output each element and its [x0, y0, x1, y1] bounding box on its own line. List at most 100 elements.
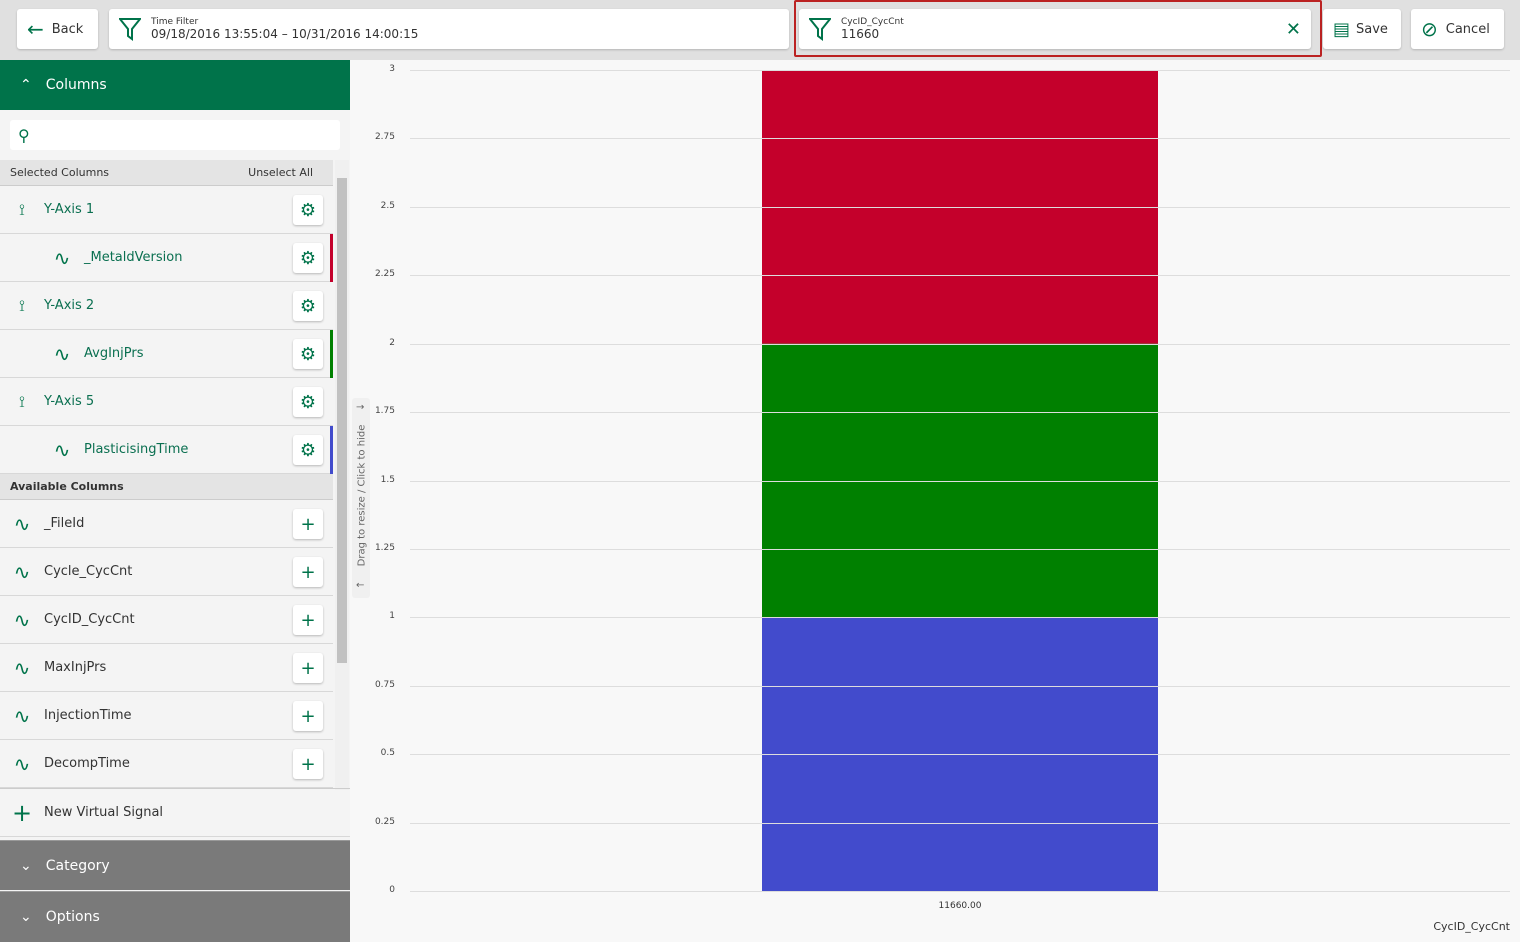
columns-header[interactable]: ⌃ Columns — [0, 60, 350, 110]
gridline — [410, 822, 1510, 824]
category-header[interactable]: ⌄ Category — [0, 840, 350, 890]
toolbar: ← Back Time Filter 09/18/2016 13:55:04 – … — [0, 0, 1520, 60]
back-label: Back — [51, 21, 84, 37]
y-tick-label: 0.5 — [380, 748, 395, 759]
y-tick-label: 2.5 — [380, 200, 395, 211]
sidebar-resize-handle[interactable]: → Drag to resize / Click to hide ← — [352, 398, 370, 598]
gridline — [410, 275, 1510, 277]
drag-hint: Drag to resize / Click to hide — [356, 424, 368, 567]
new-virtual-signal-label: New Virtual Signal — [44, 805, 164, 820]
available-columns-header: Available Columns — [0, 474, 333, 500]
gear-icon: ⚙ — [299, 247, 317, 269]
y-tick-label: 0.25 — [374, 816, 395, 827]
cycid-filter[interactable]: CycID_CycCnt 11660 ✕ — [799, 9, 1311, 49]
back-button[interactable]: ← Back — [17, 9, 98, 49]
filter-icon — [119, 18, 141, 41]
signal-wave-icon: ∿ — [53, 437, 71, 462]
gear-icon: ⚙ — [299, 439, 317, 461]
settings-button[interactable]: ⚙ — [293, 195, 323, 225]
add-column-button[interactable]: + — [293, 701, 323, 731]
new-virtual-signal-button[interactable]: + New Virtual Signal — [0, 788, 350, 837]
gridline — [410, 70, 1510, 71]
available-column-row[interactable]: ∿ Cycle_CycCnt + — [0, 548, 333, 596]
selected-axis-row[interactable]: ⟟ Y-Axis 1 ⚙ — [0, 186, 333, 234]
axis-label: Y-Axis 5 — [44, 394, 95, 409]
settings-button[interactable]: ⚙ — [293, 339, 323, 369]
gridline — [410, 548, 1510, 550]
scrollbar-thumb[interactable] — [337, 178, 347, 663]
series-color-bar — [330, 330, 333, 378]
gridline — [410, 617, 1510, 619]
x-tick-label: 11660.00 — [938, 901, 982, 911]
x-axis-label: CycID_CycCnt — [1433, 920, 1510, 933]
signal-wave-icon: ∿ — [13, 655, 31, 680]
gridline — [410, 138, 1510, 140]
selected-axis-row[interactable]: ⟟ Y-Axis 2 ⚙ — [0, 282, 333, 330]
save-label: Save — [1356, 21, 1388, 37]
save-button[interactable]: ▤ Save — [1323, 9, 1401, 49]
selected-axis-row[interactable]: ⟟ Y-Axis 5 ⚙ — [0, 378, 333, 426]
sidebar: ⌃ Columns ⚲ Selected Columns Unselect All … — [0, 60, 350, 942]
selected-signal-row[interactable]: ∿ PlasticisingTime ⚙ — [0, 426, 333, 474]
column-label: CycID_CycCnt — [44, 612, 135, 627]
gridline — [410, 206, 1510, 208]
available-column-row[interactable]: ∿ MaxInjPrs + — [0, 644, 333, 692]
scrollbar[interactable] — [335, 160, 349, 790]
available-column-row[interactable]: ∿ InjectionTime + — [0, 692, 333, 740]
chevron-down-icon: ⌄ — [20, 857, 32, 874]
unselect-all-link[interactable]: Unselect All — [248, 166, 313, 179]
settings-button[interactable]: ⚙ — [293, 435, 323, 465]
gridline — [410, 754, 1510, 756]
add-column-button[interactable]: + — [293, 557, 323, 587]
signal-label: PlasticisingTime — [84, 442, 189, 457]
time-filter[interactable]: Time Filter 09/18/2016 13:55:04 – 10/31/2… — [109, 9, 789, 49]
signal-wave-icon: ∿ — [13, 511, 31, 536]
settings-button[interactable]: ⚙ — [293, 243, 323, 273]
add-column-button[interactable]: + — [293, 509, 323, 539]
column-label: Cycle_CycCnt — [44, 564, 133, 579]
selected-signal-row[interactable]: ∿ AvgInjPrs ⚙ — [0, 330, 333, 378]
available-column-row[interactable]: ∿ CycID_CycCnt + — [0, 596, 333, 644]
filter-icon — [809, 18, 831, 41]
options-header[interactable]: ⌄ Options — [0, 891, 350, 942]
settings-button[interactable]: ⚙ — [293, 387, 323, 417]
plus-icon: + — [300, 513, 316, 535]
plus-icon: + — [300, 561, 316, 583]
cancel-icon: ⊘ — [1421, 17, 1438, 41]
available-column-row[interactable]: ∿ DecompTime + — [0, 740, 333, 788]
signal-label: _MetaldVersion — [84, 250, 183, 265]
gridline — [410, 480, 1510, 482]
selected-signal-row[interactable]: ∿ _MetaldVersion ⚙ — [0, 234, 333, 282]
cancel-button[interactable]: ⊘ Cancel — [1411, 9, 1504, 49]
signal-label: AvgInjPrs — [84, 346, 144, 361]
y-tick-label: 1 — [389, 611, 395, 622]
gridline — [410, 412, 1510, 414]
gridline — [410, 891, 1510, 892]
signal-wave-icon: ∿ — [13, 607, 31, 632]
axis-icon: ⟟ — [19, 391, 25, 411]
add-column-button[interactable]: + — [293, 605, 323, 635]
cycid-filter-value: 11660 — [841, 27, 880, 41]
available-columns-title: Available Columns — [10, 480, 124, 493]
add-column-button[interactable]: + — [293, 653, 323, 683]
signal-wave-icon: ∿ — [13, 751, 31, 776]
options-title: Options — [45, 909, 100, 925]
plus-icon: + — [300, 609, 316, 631]
columns-title: Columns — [45, 77, 107, 93]
close-icon[interactable]: ✕ — [1286, 19, 1301, 40]
arrow-left-icon: ← — [356, 580, 365, 591]
chevron-down-icon: ⌄ — [20, 909, 32, 925]
settings-button[interactable]: ⚙ — [293, 291, 323, 321]
arrow-left-icon: ← — [27, 17, 44, 41]
category-title: Category — [45, 857, 110, 874]
cancel-label: Cancel — [1445, 21, 1490, 37]
available-column-row[interactable]: ∿ _FileId + — [0, 500, 333, 548]
gridline — [410, 343, 1510, 345]
signal-wave-icon: ∿ — [13, 703, 31, 728]
axis-icon: ⟟ — [19, 295, 25, 315]
column-search-input[interactable]: ⚲ — [10, 120, 340, 150]
add-column-button[interactable]: + — [293, 749, 323, 779]
column-label: DecompTime — [44, 756, 130, 771]
search-icon: ⚲ — [18, 125, 30, 145]
save-icon: ▤ — [1333, 18, 1351, 40]
